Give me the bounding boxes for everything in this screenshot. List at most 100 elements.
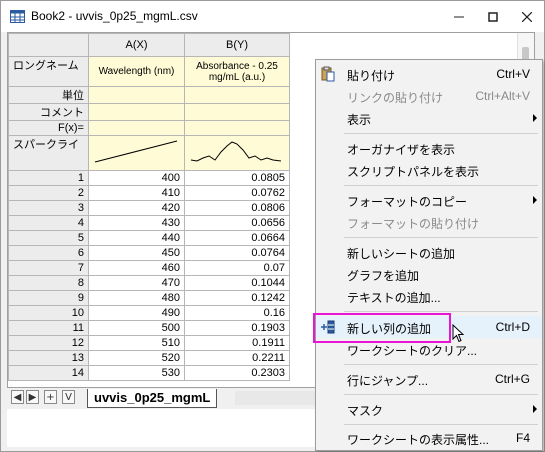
cell-a[interactable]: 510 <box>88 335 185 351</box>
worksheet-icon <box>10 10 25 23</box>
empty-area <box>289 33 520 57</box>
menu-item-paste[interactable]: 貼り付け Ctrl+V <box>316 63 542 85</box>
label-longname[interactable]: ロングネーム <box>8 56 89 87</box>
cell-a[interactable]: 470 <box>88 275 185 291</box>
sheet-tab[interactable]: uvvis_0p25_mgmL <box>87 389 218 408</box>
label-fx[interactable]: F(x)= <box>8 120 89 136</box>
row-number[interactable]: 9 <box>8 290 89 306</box>
menu-label: フォーマットのコピー <box>347 195 468 209</box>
comments-b[interactable] <box>184 103 290 121</box>
cell-a[interactable]: 440 <box>88 230 185 246</box>
row-number[interactable]: 6 <box>8 245 89 261</box>
sparkline-a-chart <box>94 140 178 163</box>
row-number[interactable]: 14 <box>8 365 89 381</box>
cell-b[interactable]: 0.2303 <box>184 365 290 381</box>
cell-b[interactable]: 0.0805 <box>184 170 290 186</box>
row-number[interactable]: 2 <box>8 185 89 201</box>
menu-item-worksheet-props[interactable]: ワークシートの表示属性... F4 <box>316 427 542 449</box>
cell-a[interactable]: 530 <box>88 365 185 381</box>
column-header-b[interactable]: B(Y) <box>184 33 290 57</box>
row-number[interactable]: 7 <box>8 260 89 276</box>
menu-label: スクリプトパネルを表示 <box>347 165 480 179</box>
cell-b[interactable]: 0.0762 <box>184 185 290 201</box>
cell-b[interactable]: 0.0656 <box>184 215 290 231</box>
menu-item-show-organizer[interactable]: オーガナイザを表示 <box>316 137 542 159</box>
label-sparklines[interactable]: スパークライ <box>8 135 89 171</box>
label-comments[interactable]: コメント <box>8 103 89 121</box>
prev-sheet-button[interactable]: ◀ <box>11 390 24 404</box>
close-button[interactable] <box>510 1 544 32</box>
title-bar[interactable]: Book2 - uvvis_0p25_mgmL.csv <box>1 1 544 32</box>
fx-b[interactable] <box>184 120 290 136</box>
sparkline-a[interactable] <box>88 135 185 171</box>
menu-label: 新しいシートの追加 <box>347 247 456 261</box>
menu-item-copy-format[interactable]: フォーマットのコピー <box>316 189 542 211</box>
menu-item-mask[interactable]: マスク <box>316 398 542 420</box>
row-number[interactable]: 12 <box>8 335 89 351</box>
menu-item-goto-row[interactable]: 行にジャンプ... Ctrl+G <box>316 368 542 390</box>
cell-b[interactable]: 0.0806 <box>184 200 290 216</box>
cell-a[interactable]: 400 <box>88 170 185 186</box>
comments-a[interactable] <box>88 103 185 121</box>
maximize-button[interactable] <box>476 1 510 32</box>
sheet-list-button[interactable]: V <box>62 390 75 404</box>
menu-separator <box>344 424 538 425</box>
row-number[interactable]: 3 <box>8 200 89 216</box>
menu-shortcut: F4 <box>515 431 530 445</box>
row-number[interactable]: 4 <box>8 215 89 231</box>
context-menu: 貼り付け Ctrl+V リンクの貼り付け Ctrl+Alt+V 表示 オーガナイ… <box>315 59 543 451</box>
cell-a[interactable]: 420 <box>88 200 185 216</box>
longname-b[interactable]: Absorbance - 0.25 mg/mL (a.u.) <box>184 56 290 87</box>
fx-a[interactable] <box>88 120 185 136</box>
corner-cell[interactable] <box>8 33 89 57</box>
cell-b[interactable]: 0.1911 <box>184 335 290 351</box>
menu-item-view[interactable]: 表示 <box>316 107 542 129</box>
cell-a[interactable]: 490 <box>88 305 185 321</box>
sparkline-b-chart <box>190 141 282 162</box>
cell-b[interactable]: 0.1044 <box>184 275 290 291</box>
units-b[interactable] <box>184 86 290 104</box>
cell-b[interactable]: 0.1903 <box>184 320 290 336</box>
status-area <box>7 409 317 447</box>
minimize-button[interactable] <box>442 1 476 32</box>
mouse-cursor-icon <box>452 324 465 343</box>
row-number[interactable]: 10 <box>8 305 89 321</box>
cell-b[interactable]: 0.16 <box>184 305 290 321</box>
menu-item-add-graph[interactable]: グラフを追加 <box>316 263 542 285</box>
cell-b[interactable]: 0.0664 <box>184 230 290 246</box>
cell-a[interactable]: 500 <box>88 320 185 336</box>
minimize-icon <box>454 16 464 17</box>
cell-b[interactable]: 0.07 <box>184 260 290 276</box>
cell-a[interactable]: 450 <box>88 245 185 261</box>
units-a[interactable] <box>88 86 185 104</box>
row-number[interactable]: 11 <box>8 320 89 336</box>
row-number[interactable]: 1 <box>8 170 89 186</box>
next-sheet-button[interactable]: ▶ <box>26 390 39 404</box>
row-number[interactable]: 8 <box>8 275 89 291</box>
cell-b[interactable]: 0.0764 <box>184 245 290 261</box>
menu-label: オーガナイザを表示 <box>347 143 456 157</box>
cell-a[interactable]: 520 <box>88 350 185 366</box>
cell-a[interactable]: 410 <box>88 185 185 201</box>
label-units[interactable]: 単位 <box>8 86 89 104</box>
menu-label: グラフを追加 <box>347 269 420 283</box>
row-number[interactable]: 5 <box>8 230 89 246</box>
menu-item-show-script-panel[interactable]: スクリプトパネルを表示 <box>316 159 542 181</box>
row-number[interactable]: 13 <box>8 350 89 366</box>
horizontal-scrollbar[interactable] <box>235 391 315 405</box>
longname-a[interactable]: Wavelength (nm) <box>88 56 185 87</box>
menu-item-paste-link[interactable]: リンクの貼り付け Ctrl+Alt+V <box>316 85 542 107</box>
submenu-arrow-icon <box>533 196 537 204</box>
cell-a[interactable]: 430 <box>88 215 185 231</box>
column-header-a[interactable]: A(X) <box>88 33 185 57</box>
menu-item-add-text[interactable]: テキストの追加... <box>316 285 542 307</box>
menu-item-add-sheet[interactable]: 新しいシートの追加 <box>316 241 542 263</box>
cell-b[interactable]: 0.2211 <box>184 350 290 366</box>
add-sheet-button[interactable]: + <box>44 390 57 404</box>
cell-a[interactable]: 460 <box>88 260 185 276</box>
menu-item-paste-format[interactable]: フォーマットの貼り付け <box>316 211 542 233</box>
cell-b[interactable]: 0.1242 <box>184 290 290 306</box>
cell-a[interactable]: 480 <box>88 290 185 306</box>
sparkline-b[interactable] <box>184 135 290 171</box>
menu-label: ワークシートの表示属性... <box>347 433 490 447</box>
